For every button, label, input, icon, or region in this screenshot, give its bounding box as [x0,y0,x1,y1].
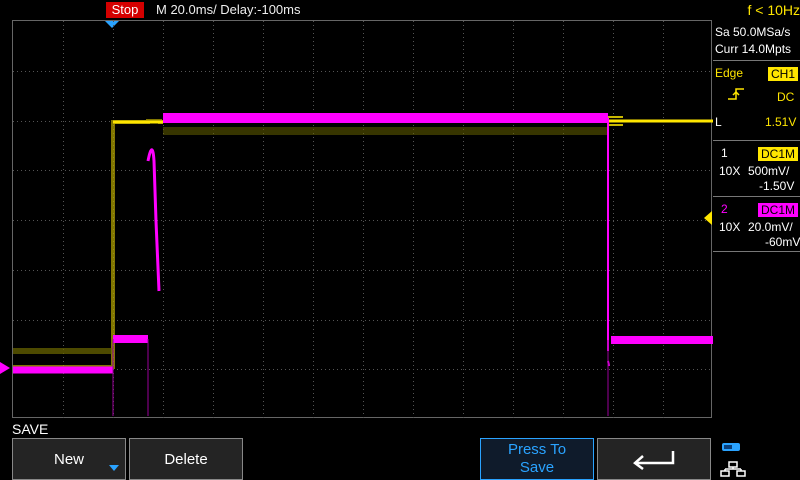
memory-depth: Curr 14.0Mpts [715,42,792,56]
network-status-icon[interactable] [718,440,748,478]
ch2-coupling-chip: DC1M [757,201,798,219]
submenu-arrow-icon [109,465,119,471]
delete-button[interactable]: Delete [129,438,243,480]
press-to-save-button[interactable]: Press To Save [480,438,594,480]
top-status-bar: Stop M 20.0ms/ Delay:-100ms f < 10Hz [0,0,800,20]
run-status-badge[interactable]: Stop [106,2,144,18]
ch1-panel[interactable]: 1 DC1M 10X 500mV/ -1.50V [713,140,800,194]
waveform-svg [13,21,713,419]
ch1-number: 1 [721,146,728,160]
side-info-panel: Sa 50.0MSa/s Curr 14.0Mpts Edge CH1 DC L… [713,20,800,418]
ch2-offset: -60mV [765,235,800,249]
return-arrow-icon [633,451,675,470]
trigger-source-chip: CH1 [767,65,798,83]
ch1-scale: 500mV/ [748,164,790,178]
ch2-trace [13,113,713,416]
ch2-probe: 10X [719,220,741,234]
ch2-number: 2 [721,202,728,216]
ch2-offset-marker-icon[interactable] [0,362,10,374]
rising-edge-icon [728,88,744,100]
ch2-scale: 20.0mV/ [748,220,793,234]
trigger-level: 1.51V [765,115,797,129]
new-button[interactable]: New [12,438,126,480]
trigger-mode: Edge [715,66,744,80]
waveform-display[interactable] [12,20,713,419]
sample-rate: Sa 50.0MSa/s [715,25,791,39]
frequency-readout: f < 10Hz [747,2,800,18]
ch1-offset: -1.50V [759,179,795,193]
ch1-coupling-chip: DC1M [757,145,798,163]
ch1-probe: 10X [719,164,741,178]
return-button[interactable] [597,438,711,480]
trigger-level-marker-icon[interactable] [704,211,712,225]
ch2-panel[interactable]: 2 DC1M 10X 20.0mV/ -60mV [713,196,800,252]
trigger-level-prefix: L [715,115,722,129]
trigger-panel[interactable]: Edge CH1 DC L 1.51V [713,60,800,138]
menu-title: SAVE [12,421,49,437]
timebase-readout: M 20.0ms/ Delay:-100ms [156,2,301,17]
trigger-coupling: DC [777,90,795,104]
